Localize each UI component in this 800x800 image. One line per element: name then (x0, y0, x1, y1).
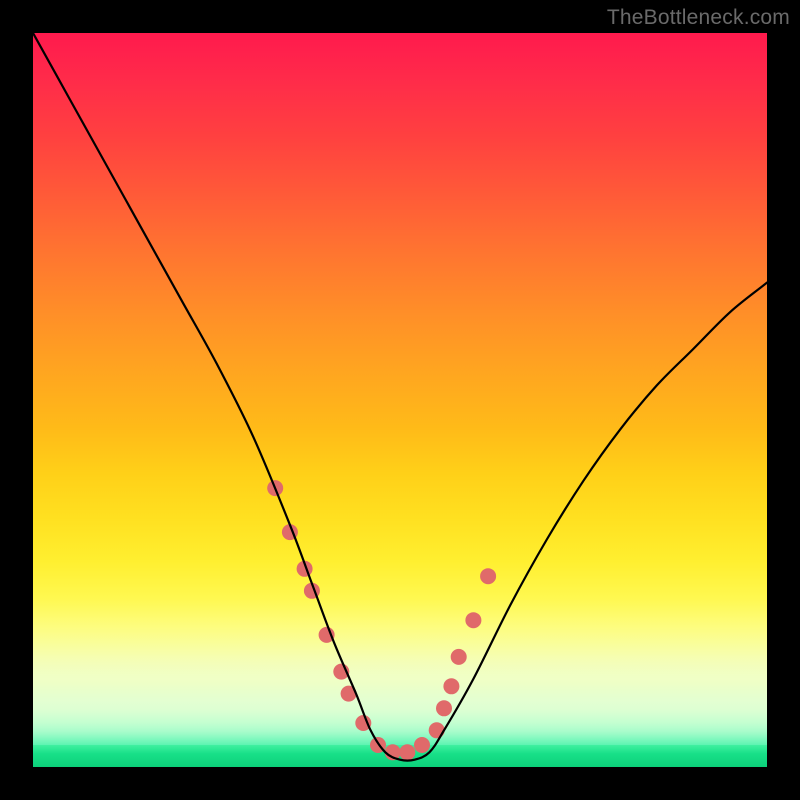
scatter-dot (436, 700, 452, 716)
watermark-text: TheBottleneck.com (607, 6, 790, 30)
scatter-dot (480, 568, 496, 584)
scatter-dot (414, 737, 430, 753)
plot-area (33, 33, 767, 767)
outer-frame: TheBottleneck.com (0, 0, 800, 800)
scatter-dot (465, 612, 481, 628)
scatter-dot (429, 722, 445, 738)
scatter-dot (451, 649, 467, 665)
scatter-markers (267, 480, 496, 760)
scatter-dot (443, 678, 459, 694)
bottleneck-curve-line (33, 33, 767, 761)
scatter-dot (399, 744, 415, 760)
chart-svg (33, 33, 767, 767)
